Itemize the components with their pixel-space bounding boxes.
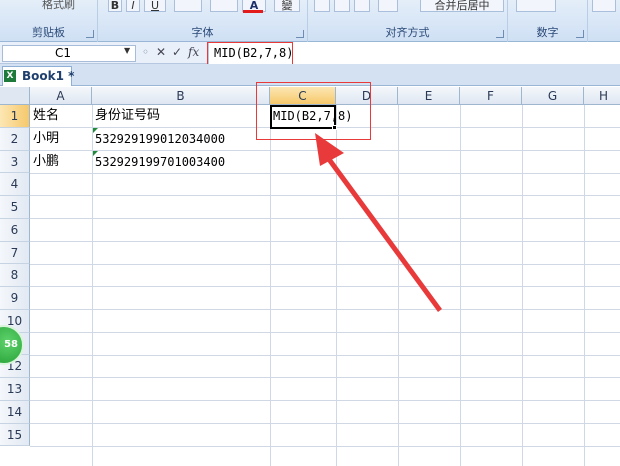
row-header-14[interactable]: 14 [0,400,30,424]
cell-a3[interactable]: 小鹏 [33,151,91,173]
row-header-5[interactable]: 5 [0,196,30,219]
fill-color-button[interactable] [210,0,238,12]
formula-highlight-box [207,42,293,66]
cell-a1[interactable]: 姓名 [33,105,91,127]
clipboard-group: 格式刷 剪贴板 [0,0,98,42]
row-header-9[interactable]: 9 [0,287,30,310]
row-header-4[interactable]: 4 [0,173,30,196]
name-box-dropdown-icon[interactable]: ▼ [124,46,130,55]
row-header-8[interactable]: 8 [0,264,30,287]
styles-button[interactable] [592,0,616,12]
arrow-shaft [322,151,442,312]
column-header-g[interactable]: G [522,87,584,105]
excel-workbook-icon: X [4,70,16,82]
row-header-6[interactable]: 6 [0,218,30,242]
gridline [30,355,620,356]
ribbon: 格式刷 剪贴板 B I U A 變 字体 合并后居中 对齐方式 数字 [0,0,620,42]
error-indicator-icon [93,151,98,156]
alignment-dialog-launcher-icon[interactable] [496,30,504,38]
column-header-e[interactable]: E [398,87,460,105]
underline-button[interactable]: U [144,0,166,12]
gridline [30,173,620,174]
cell-b2[interactable]: 532929199012034000 [95,128,269,150]
name-box[interactable]: C1 [2,45,136,62]
gridline [30,332,620,333]
gridline [30,423,620,424]
alignment-group: 合并后居中 对齐方式 [308,0,508,42]
gridline [30,446,620,447]
align-left-button[interactable] [314,0,330,12]
insert-function-icon[interactable]: fx [188,45,199,59]
phonetic-button[interactable]: 變 [274,0,300,12]
clipboard-dialog-launcher-icon[interactable] [86,30,94,38]
bold-button[interactable]: B [108,0,122,12]
cell-b1[interactable]: 身份证号码 [95,105,269,127]
column-header-h[interactable]: H [584,87,620,105]
cell-highlight-box [256,82,371,140]
align-center-button[interactable] [334,0,350,12]
merge-center-button[interactable]: 合并后居中 [420,0,504,12]
formula-buttons: ◦ ✕ ✓ fx [140,44,208,62]
cell-b3[interactable]: 532929199701003400 [95,151,269,173]
workbook-tab-label: Book1 * [22,69,75,83]
clipboard-group-label: 剪贴板 [32,26,65,39]
italic-button[interactable]: I [126,0,140,12]
row-header-2[interactable]: 2 [0,127,30,151]
gridline [30,195,620,196]
row-header-15[interactable]: 15 [0,423,30,447]
gridline [30,377,620,378]
number-dialog-launcher-icon[interactable] [576,30,584,38]
gridline [30,264,620,265]
gridline [30,286,620,287]
number-group: 数字 [508,0,588,42]
column-header-a[interactable]: A [30,87,92,105]
align-right-button[interactable] [354,0,370,12]
border-button[interactable] [174,0,202,12]
number-format-button[interactable] [516,0,556,12]
indent-button[interactable] [378,0,398,12]
enter-icon[interactable]: ✓ [172,45,182,59]
select-all-corner[interactable] [0,87,30,105]
gridline [30,309,620,310]
row-header-7[interactable]: 7 [0,241,30,265]
cell-a2[interactable]: 小明 [33,128,91,150]
font-group: B I U A 變 字体 [98,0,308,42]
font-color-indicator [243,10,263,13]
font-group-label: 字体 [191,26,214,39]
row-header-3[interactable]: 3 [0,150,30,174]
error-indicator-icon [93,128,98,133]
gridline [30,400,620,401]
row-header-1[interactable]: 1 [0,105,30,128]
gridline [30,241,620,242]
merge-center-label: 合并后居中 [434,0,490,12]
font-dialog-launcher-icon[interactable] [296,30,304,38]
expand-icon[interactable]: ◦ [142,45,149,59]
styles-group [588,0,620,42]
gridline [30,218,620,219]
cancel-icon[interactable]: ✕ [156,45,166,59]
format-painter-button[interactable]: 格式刷 [42,0,75,12]
column-header-b[interactable]: B [92,87,270,105]
row-header-13[interactable]: 13 [0,378,30,401]
column-header-f[interactable]: F [460,87,522,105]
alignment-group-label: 对齐方式 [385,26,430,39]
